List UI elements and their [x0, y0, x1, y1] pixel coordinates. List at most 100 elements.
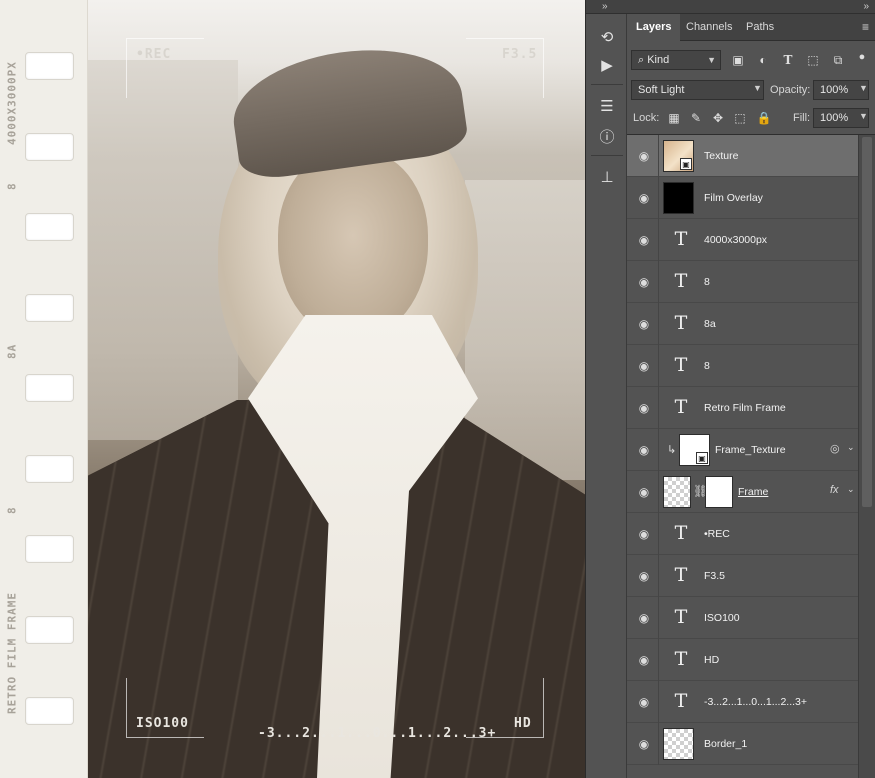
layer-row[interactable]: ◉ T ISO100 [627, 597, 858, 639]
filter-smart-object-icon[interactable]: ⧉ [829, 51, 847, 69]
layer-row[interactable]: ◉ T 8 [627, 345, 858, 387]
blend-mode-dropdown[interactable]: Soft Light [631, 80, 764, 100]
layers-panel: Layers Channels Paths ≡ ⌕ Kind ▼ ▣ ◐ T ⬚… [627, 14, 875, 778]
layer-thumbnail[interactable]: ▣ [679, 434, 710, 466]
filter-pixel-icon[interactable]: ▣ [729, 51, 747, 69]
eye-icon[interactable]: ◉ [636, 610, 652, 626]
visibility-column-divider [658, 681, 659, 723]
layer-name[interactable]: 4000x3000px [704, 219, 767, 261]
eye-icon[interactable]: ◉ [636, 736, 652, 752]
layer-name[interactable]: 8 [704, 261, 710, 303]
tab-paths[interactable]: Paths [737, 14, 783, 41]
eye-icon[interactable]: ◉ [636, 694, 652, 710]
lock-artboard-icon[interactable]: ⬚ [731, 109, 749, 127]
adjustments-icon[interactable]: ☰ [594, 93, 620, 119]
layer-name[interactable]: 8a [704, 303, 716, 345]
layer-row[interactable]: ◉ T 8 [627, 261, 858, 303]
eye-icon[interactable]: ◉ [636, 442, 652, 458]
layer-row[interactable]: ◉ Border_1 [627, 723, 858, 765]
filter-adjustment-icon[interactable]: ◐ [754, 51, 772, 69]
layer-name[interactable]: •REC [704, 513, 730, 555]
scrollbar-thumb[interactable] [862, 137, 872, 507]
layer-name[interactable]: Texture [704, 135, 738, 177]
filter-kind-dropdown[interactable]: ⌕ Kind ▼ [631, 50, 721, 70]
layer-row[interactable]: ◉ T F3.5 [627, 555, 858, 597]
eye-icon[interactable]: ◉ [636, 358, 652, 374]
layer-name[interactable]: HD [704, 639, 719, 681]
tab-channels[interactable]: Channels [677, 14, 741, 41]
type-layer-icon[interactable]: T [669, 521, 693, 545]
layer-name[interactable]: Film Overlay [704, 177, 763, 219]
lock-image-brush-icon[interactable]: ✎ [687, 109, 705, 127]
layer-thumbnail[interactable]: ▣ [663, 140, 694, 172]
eye-icon[interactable]: ◉ [636, 316, 652, 332]
layer-thumbnail[interactable] [663, 182, 694, 214]
eye-icon[interactable]: ◉ [636, 400, 652, 416]
layer-row[interactable]: ◉ ▣ Texture [627, 135, 858, 177]
dock-collapse-bar[interactable]: » [586, 0, 628, 14]
layer-name[interactable]: Retro Film Frame [704, 387, 786, 429]
layer-row[interactable]: ◉ T 8a [627, 303, 858, 345]
chevron-down-icon[interactable]: ⌄ [847, 442, 855, 453]
type-layer-icon[interactable]: T [669, 269, 693, 293]
panel-menu-icon[interactable]: ≡ [862, 20, 869, 34]
layer-row[interactable]: ◉ ↳ ▣ Frame_Texture ◎ ⌄ [627, 429, 858, 471]
stamp-icon[interactable]: ⊥ [594, 164, 620, 190]
type-layer-icon[interactable]: T [669, 563, 693, 587]
chevron-down-icon[interactable]: ▼ [859, 83, 868, 93]
document-canvas[interactable]: 4000X3000PX 8 8A 8 RETRO FILM FRAME •REC… [0, 0, 585, 778]
sprocket-hole [25, 535, 74, 563]
layer-name[interactable]: Frame [738, 471, 768, 513]
lock-all-padlock-icon[interactable]: 🔒 [755, 109, 773, 127]
layer-name[interactable]: -3...2...1...0...1...2...3+ [704, 681, 807, 723]
layer-row[interactable]: ◉ T HD [627, 639, 858, 681]
layer-name[interactable]: ISO100 [704, 597, 740, 639]
layer-row[interactable]: ◉ T •REC [627, 513, 858, 555]
type-layer-icon[interactable]: T [669, 227, 693, 251]
type-layer-icon[interactable]: T [669, 311, 693, 335]
layer-name[interactable]: Border_1 [704, 723, 747, 765]
blend-row: Soft Light ▼ Opacity: 100% ▼ [627, 80, 875, 102]
layer-row[interactable]: ◉ T Retro Film Frame [627, 387, 858, 429]
filter-toggle-icon[interactable]: ● [853, 48, 871, 66]
layer-name[interactable]: Frame_Texture [715, 429, 786, 471]
eye-icon[interactable]: ◉ [636, 484, 652, 500]
eye-icon[interactable]: ◉ [636, 274, 652, 290]
layer-row[interactable]: ◉ T 4000x3000px [627, 219, 858, 261]
collapse-chevron-icon[interactable]: » [602, 1, 608, 13]
type-layer-icon[interactable]: T [669, 353, 693, 377]
eye-icon[interactable]: ◉ [636, 568, 652, 584]
layer-row[interactable]: ◉ T -3...2...1...0...1...2...3+ [627, 681, 858, 723]
layer-name[interactable]: 8 [704, 345, 710, 387]
eye-icon[interactable]: ◉ [636, 652, 652, 668]
type-layer-icon[interactable]: T [669, 689, 693, 713]
layer-thumbnail[interactable] [663, 728, 694, 760]
panel-collapse-bar[interactable]: » [627, 0, 875, 14]
filter-type-icon[interactable]: T [779, 51, 797, 69]
tab-layers[interactable]: Layers [627, 14, 681, 41]
eye-icon[interactable]: ◉ [636, 148, 652, 164]
type-layer-icon[interactable]: T [669, 605, 693, 629]
history-icon[interactable]: ⟲ [594, 24, 620, 50]
info-icon[interactable]: ⓘ [594, 123, 620, 149]
layers-scrollbar[interactable] [858, 135, 875, 778]
filter-shape-icon[interactable]: ⬚ [804, 51, 822, 69]
chevron-down-icon[interactable]: ▼ [859, 111, 868, 121]
layer-name[interactable]: F3.5 [704, 555, 725, 597]
layer-mask-thumbnail[interactable] [705, 476, 733, 508]
type-layer-icon[interactable]: T [669, 395, 693, 419]
collapse-chevron-icon[interactable]: » [863, 1, 869, 13]
layer-effects-circle-icon[interactable]: ◎ [830, 442, 840, 455]
lock-transparency-icon[interactable]: ▦ [665, 109, 683, 127]
chevron-down-icon[interactable]: ⌄ [847, 484, 855, 495]
type-layer-icon[interactable]: T [669, 647, 693, 671]
lock-position-move-icon[interactable]: ✥ [709, 109, 727, 127]
eye-icon[interactable]: ◉ [636, 526, 652, 542]
layer-row[interactable]: ◉ ⛓ Frame fx ⌄ [627, 471, 858, 513]
play-action-icon[interactable]: ▶ [594, 52, 620, 78]
eye-icon[interactable]: ◉ [636, 190, 652, 206]
layer-thumbnail[interactable] [663, 476, 691, 508]
layer-row[interactable]: ◉ Film Overlay [627, 177, 858, 219]
eye-icon[interactable]: ◉ [636, 232, 652, 248]
fx-icon[interactable]: fx [830, 484, 839, 496]
